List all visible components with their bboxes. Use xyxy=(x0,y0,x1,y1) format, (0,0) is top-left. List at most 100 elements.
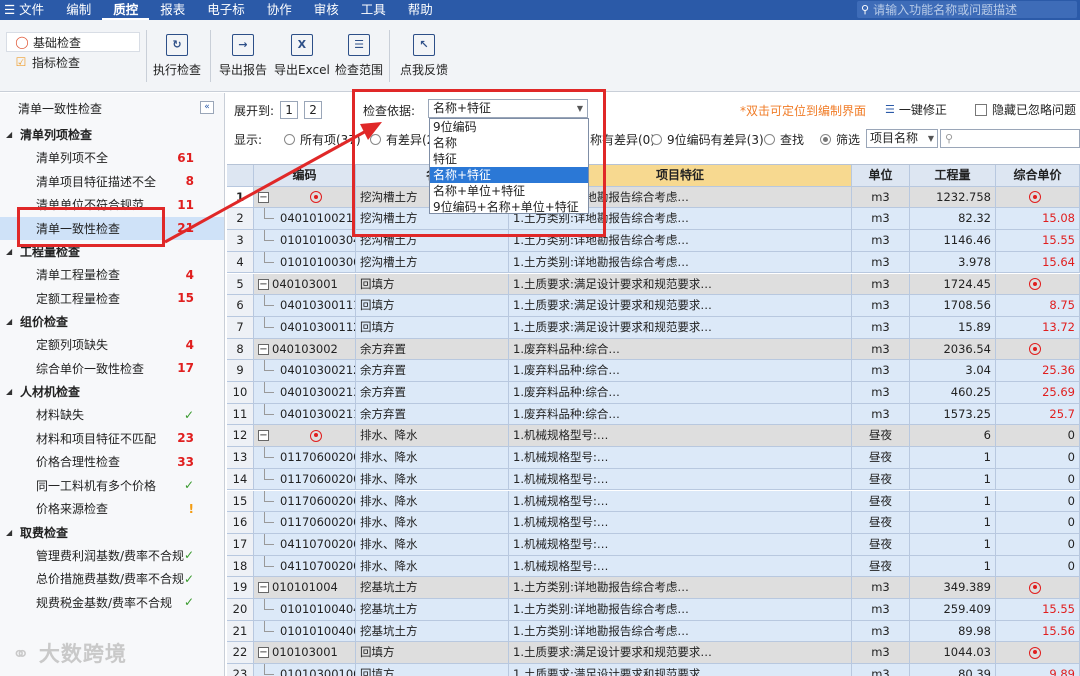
function-search-input[interactable]: ⚲ 请输入功能名称或问题描述 xyxy=(857,1,1077,18)
table-row[interactable]: 4 010101003002挖沟槽土方1.土方类别:详地勘报告综合考虑…m33.9… xyxy=(227,251,1080,274)
tree-line-icon xyxy=(264,208,274,220)
tree-line-icon xyxy=(264,316,274,328)
row-number: 6 xyxy=(227,295,254,317)
table-row[interactable]: 23 010103001003回填方1.土质要求:满足设计要求和规范要求…m380… xyxy=(227,664,1080,676)
basic-check-label: 基础检查 xyxy=(33,35,82,50)
checkbox-box xyxy=(975,103,987,116)
check-item[interactable]: 管理费利润基数/费率不合规 ✓ xyxy=(0,544,224,568)
collapse-toggle-icon[interactable]: − xyxy=(258,278,269,290)
export-excel-button[interactable]: X 导出Excel xyxy=(274,34,330,78)
one-click-fix-button[interactable]: ☰ 一键修正 xyxy=(885,101,947,118)
table-row[interactable]: 12− 排水、降水 1.机械规格型号:… 昼夜 6 0 xyxy=(227,425,1080,448)
table-row[interactable]: 8−040103002 余方弃置 1.废弃料品种:综合… m3 2036.54 xyxy=(227,338,1080,361)
column-header[interactable]: 工程量 xyxy=(910,165,996,187)
cell-quantity: 1 xyxy=(910,555,996,578)
expand-level-2-button[interactable]: 2 xyxy=(304,101,323,119)
collapse-toggle-icon[interactable]: − xyxy=(258,647,269,659)
check-item[interactable]: 清单项目特征描述不全 8 xyxy=(0,170,224,194)
display-option-find[interactable]: 查找 xyxy=(764,131,804,148)
display-option-filter[interactable]: 筛选 xyxy=(820,131,860,148)
cell-unit: m3 xyxy=(852,642,910,665)
table-row[interactable]: 9 040103002126余方弃置1.废弃料品种:综合…m33.04 25.36 xyxy=(227,360,1080,382)
menu-item[interactable]: 编制 xyxy=(55,0,102,20)
expand-level-1-button[interactable]: 1 xyxy=(280,101,299,119)
table-row[interactable]: 16 011706002002排水、降水1.机械规格型号:…昼夜1 0 xyxy=(227,512,1080,534)
run-check-icon: ↻ xyxy=(166,34,188,56)
menu-item[interactable]: 审核 xyxy=(303,0,350,20)
annotation-box xyxy=(352,89,606,237)
check-item[interactable]: 价格合理性检查 33 xyxy=(0,450,224,474)
menu-item[interactable]: ☰ 文件 xyxy=(0,0,55,20)
display-option-code-diff[interactable]: 9位编码有差异(3) xyxy=(651,131,764,148)
feedback-button[interactable]: ↖ 点我反馈 xyxy=(400,34,448,78)
menu-item[interactable]: 电子标 xyxy=(196,0,256,20)
check-item[interactable]: 同一工料机有多个价格 ✓ xyxy=(0,474,224,498)
collapse-toggle-icon[interactable]: − xyxy=(258,343,269,355)
filter-search-input[interactable]: ⚲ xyxy=(940,129,1080,148)
collapse-toggle-icon[interactable]: − xyxy=(258,191,269,203)
menu-item[interactable]: 协作 xyxy=(256,0,303,20)
hide-ignored-checkbox[interactable]: 隐藏已忽略问题 xyxy=(975,101,1076,118)
check-group-label: 组价检查 xyxy=(20,315,69,329)
table-row[interactable]: 18 041107002002排水、降水1.机械规格型号:…昼夜1 0 xyxy=(227,555,1080,578)
price-text: 0 xyxy=(1067,471,1075,486)
table-row[interactable]: 10 040103002131余方弃置1.废弃料品种:综合…m3460.25 25.… xyxy=(227,382,1080,404)
check-group[interactable]: ◢ 人材机检查 xyxy=(0,380,224,403)
check-group[interactable]: ◢ 清单列项检查 xyxy=(0,123,224,146)
check-item[interactable]: 材料缺失 ✓ xyxy=(0,403,224,427)
table-row[interactable]: 19−010101004 挖基坑土方 1.土方类别:详地勘报告综合考虑… m3 349.… xyxy=(227,577,1080,599)
tree-line-icon xyxy=(264,360,274,372)
tree-line-icon xyxy=(264,490,274,502)
check-item[interactable]: 定额工程量检查 15 xyxy=(0,287,224,311)
table-row[interactable]: 21 010101004001挖基坑土方1.土方类别:详地勘报告综合考虑…m389… xyxy=(227,620,1080,643)
cell-quantity: 1724.45 xyxy=(910,273,996,296)
check-scope-button[interactable]: ☰ 检查范围 xyxy=(335,34,383,78)
table-row[interactable]: 5−040103001 回填方 1.土质要求:满足设计要求和规范要求… m3 1724.… xyxy=(227,273,1080,296)
column-header[interactable] xyxy=(227,165,254,187)
run-check-button[interactable]: ↻ 执行检查 xyxy=(153,34,201,78)
column-header[interactable]: 综合单价 xyxy=(996,165,1080,187)
check-item-label: 定额列项缺失 xyxy=(36,338,109,353)
export-report-button[interactable]: → 导出报告 xyxy=(219,34,267,78)
table-row[interactable]: 13 011706002002排水、降水1.机械规格型号:…昼夜1 0 xyxy=(227,447,1080,469)
column-header[interactable]: 单位 xyxy=(852,165,910,187)
table-row[interactable]: 14 011706002002排水、降水1.机械规格型号:…昼夜1 0 xyxy=(227,468,1080,491)
basic-check-tab[interactable]: ◯ 基础检查 xyxy=(6,32,140,52)
check-item[interactable]: 清单工程量检查 4 xyxy=(0,263,224,287)
check-item[interactable]: 规费税金基数/费率不合规 ✓ xyxy=(0,591,224,615)
menu-item[interactable]: 帮助 xyxy=(397,0,444,20)
index-check-tab[interactable]: ☑ 指标检查 xyxy=(6,52,140,72)
cell-quantity: 1 xyxy=(910,512,996,534)
menu-item[interactable]: 工具 xyxy=(350,0,397,20)
check-item[interactable]: 材料和项目特征不匹配 23 xyxy=(0,427,224,451)
table-row[interactable]: 17 041107002002排水、降水1.机械规格型号:…昼夜1 0 xyxy=(227,533,1080,556)
check-group[interactable]: ◢ 组价检查 xyxy=(0,310,224,333)
cell-unit: m3 xyxy=(852,360,910,382)
cell-quantity: 6 xyxy=(910,425,996,448)
display-option-label: 查找 xyxy=(780,133,805,147)
cell-feature: 1.土质要求:满足设计要求和规范要求… xyxy=(509,295,852,317)
menu-item[interactable]: 质控 xyxy=(102,0,150,20)
table-row[interactable]: 7 040103001125回填方1.土质要求:满足设计要求和规范要求…m315.… xyxy=(227,316,1080,339)
filter-field-select[interactable]: 项目名称 ▼ xyxy=(866,129,938,148)
check-group[interactable]: ◢ 取费检查 xyxy=(0,521,224,544)
table-row[interactable]: 20 010101004046挖基坑土方1.土方类别:详地勘报告综合考虑…m325… xyxy=(227,599,1080,621)
collapse-toggle-icon[interactable]: − xyxy=(258,430,269,442)
check-item[interactable]: 综合单价一致性检查 17 xyxy=(0,357,224,381)
collapse-toggle-icon[interactable]: − xyxy=(258,582,269,594)
check-item[interactable]: 价格来源检查! xyxy=(0,497,224,521)
table-row[interactable]: 11 040103002116余方弃置1.废弃料品种:综合…m31573.25 25… xyxy=(227,403,1080,426)
row-number: 3 xyxy=(227,230,254,252)
check-item[interactable]: 总价措施费基数/费率不合规 ✓ xyxy=(0,567,224,591)
menu-item[interactable]: 报表 xyxy=(149,0,196,20)
table-row[interactable]: 6 040103001115回填方1.土质要求:满足设计要求和规范要求…m3170… xyxy=(227,295,1080,317)
check-item[interactable]: 定额列项缺失 4 xyxy=(0,333,224,357)
check-item[interactable]: 清单列项不全 61 xyxy=(0,146,224,170)
column-header[interactable]: 编码 xyxy=(254,165,356,187)
display-option-all[interactable]: 所有项(37) xyxy=(284,131,361,148)
cell-name: 排水、降水 xyxy=(356,555,509,578)
collapse-panel-button[interactable]: « xyxy=(200,101,214,114)
cell-quantity: 1 xyxy=(910,490,996,513)
table-row[interactable]: 15 011706002002排水、降水1.机械规格型号:…昼夜1 0 xyxy=(227,490,1080,513)
table-row[interactable]: 22−010103001 回填方 1.土质要求:满足设计要求和规范要求… m3 1044… xyxy=(227,642,1080,665)
